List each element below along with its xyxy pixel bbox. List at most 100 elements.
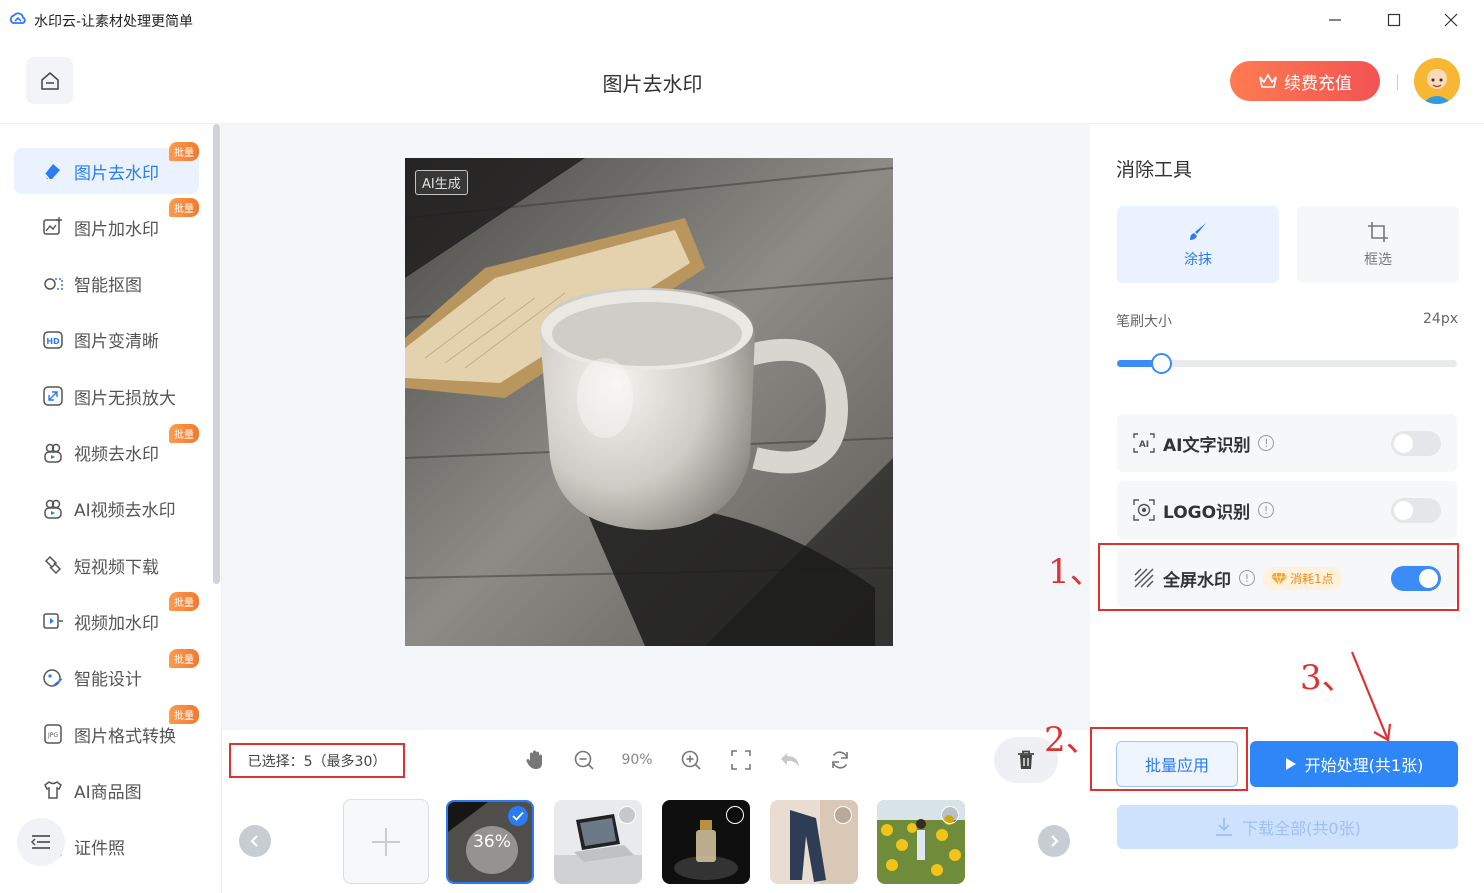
sidebar-item[interactable]: 图片去水印 批量 — [14, 142, 199, 194]
brush-size-label: 笔刷大小 — [1116, 314, 1172, 330]
brush-size-value: 24px — [1423, 311, 1458, 327]
sidebar-item-label: 图片加水印 — [74, 219, 159, 240]
sidebar-item[interactable]: 短视频下载 — [14, 542, 199, 588]
sidebar-item[interactable]: 智能设计 批量 — [14, 648, 199, 701]
add-image-button[interactable] — [343, 799, 429, 884]
slider-handle[interactable] — [1151, 353, 1172, 374]
avatar-image — [1414, 58, 1460, 104]
sidebar-item-label: 智能抠图 — [74, 276, 142, 297]
chevron-left-icon — [250, 835, 258, 847]
cutout-icon — [42, 273, 64, 295]
zoom-in-button[interactable] — [676, 745, 706, 775]
batch-badge: 批量 — [169, 198, 199, 218]
video-eraser-icon — [42, 442, 64, 464]
link-download-icon — [42, 554, 64, 576]
batch-badge: 批量 — [169, 423, 199, 443]
undo-icon — [781, 753, 799, 767]
image-add-icon — [42, 216, 64, 238]
ai-text-icon: AI — [1133, 433, 1155, 453]
thumbnail-sunflowers[interactable] — [877, 800, 965, 884]
zoom-level: 90% — [621, 752, 653, 768]
page-title: 图片去水印 — [602, 72, 703, 96]
fit-screen-button[interactable] — [726, 745, 756, 775]
editing-image[interactable] — [405, 158, 893, 646]
logo-detect-label: LOGO识别 — [1163, 502, 1251, 523]
thumbnail-jeans[interactable] — [770, 800, 858, 884]
thumbnail-prev-button[interactable] — [239, 825, 271, 857]
sidebar-item-label: 视频加水印 — [74, 613, 159, 634]
design-icon — [42, 667, 64, 689]
minimize-icon — [1329, 19, 1341, 21]
avatar[interactable] — [1414, 58, 1460, 104]
sidebar-item[interactable]: 视频去水印 批量 — [14, 423, 199, 476]
download-icon — [1216, 818, 1233, 836]
ai-text-detect-toggle[interactable] — [1391, 431, 1441, 456]
app-title: 水印云-让素材处理更简单 — [34, 14, 194, 30]
pan-button[interactable] — [520, 745, 550, 775]
annotation-box-fullscreen — [1098, 543, 1459, 611]
thumbnail-checkbox[interactable] — [618, 806, 636, 824]
header: 图片去水印 续费充值 — [0, 40, 1484, 124]
reset-button[interactable] — [825, 745, 855, 775]
download-all-button[interactable]: 下载全部(共0张) — [1117, 805, 1458, 849]
fullscreen-icon — [731, 750, 751, 770]
thumbnail-perfume[interactable] — [662, 800, 750, 884]
sidebar-item[interactable]: HD 图片变清晰 — [14, 317, 199, 363]
svg-text:AI: AI — [1139, 440, 1149, 450]
start-process-label: 开始处理(共1张) — [1304, 756, 1424, 775]
download-all-label: 下载全部(共0张) — [1242, 819, 1361, 838]
video-add-icon — [42, 610, 64, 632]
batch-badge: 批量 — [169, 648, 199, 668]
sidebar-item-label: 图片去水印 — [74, 163, 159, 184]
thumbnail-next-button[interactable] — [1038, 825, 1070, 857]
eraser-icon — [42, 160, 64, 182]
info-icon[interactable]: ! — [1258, 435, 1275, 451]
sidebar-item-label: AI商品图 — [74, 782, 142, 803]
smear-mode-button[interactable]: 涂抹 — [1117, 206, 1279, 283]
sidebar-item[interactable]: 图片无损放大 — [14, 373, 199, 419]
zoom-in-icon — [681, 750, 701, 770]
sidebar-item-label: 短视频下载 — [74, 557, 159, 578]
plus-icon — [372, 827, 400, 856]
thumbnail-laptop[interactable] — [554, 800, 642, 884]
box-select-mode-button[interactable]: 框选 — [1297, 206, 1459, 283]
logo-target-icon — [1133, 499, 1155, 521]
logo-detect-option: LOGO识别 ! — [1117, 481, 1457, 539]
minimize-button[interactable] — [1312, 6, 1358, 34]
crop-icon — [1368, 221, 1388, 242]
thumbnail-selected[interactable]: 36% — [446, 800, 534, 884]
sidebar-scrollbar[interactable] — [213, 124, 220, 584]
trash-icon — [1018, 750, 1034, 769]
sidebar-item[interactable]: AI视频去水印 — [14, 486, 199, 532]
title-bar: 水印云-让素材处理更简单 — [0, 0, 1484, 40]
coffee-cup-photo — [405, 158, 893, 646]
sidebar-item[interactable]: 图片加水印 批量 — [14, 198, 199, 250]
zoom-out-button[interactable] — [569, 745, 599, 775]
close-button[interactable] — [1428, 6, 1474, 34]
box-select-mode-label: 框选 — [1364, 251, 1392, 268]
logo-detect-toggle[interactable] — [1391, 498, 1441, 523]
play-icon — [1285, 758, 1296, 770]
sidebar-item-label: AI视频去水印 — [74, 501, 176, 522]
jpg-file-icon: JPG — [42, 723, 64, 745]
maximize-button[interactable] — [1371, 6, 1417, 34]
collapse-sidebar-button[interactable] — [17, 818, 65, 866]
brush-icon — [1190, 222, 1206, 240]
batch-badge: 批量 — [169, 592, 199, 612]
sidebar-item[interactable]: 视频加水印 批量 — [14, 592, 199, 644]
selected-count: 已选择：5（最多30） — [229, 743, 405, 778]
info-icon[interactable]: ! — [1258, 502, 1275, 518]
sidebar-item[interactable]: JPG 图片格式转换 批量 — [14, 705, 199, 757]
thumbnail-checkbox[interactable] — [834, 806, 852, 824]
svg-text:HD: HD — [46, 337, 60, 346]
sidebar-item[interactable]: 智能抠图 — [14, 261, 199, 307]
sidebar-item-label: 证件照 — [74, 839, 125, 860]
thumbnail-checkbox[interactable] — [726, 806, 744, 824]
undo-button[interactable] — [775, 745, 805, 775]
zoom-out-icon — [574, 750, 594, 770]
batch-apply-button[interactable]: 批量应用 — [1116, 741, 1238, 787]
sidebar-item[interactable]: AI商品图 — [14, 767, 199, 813]
thumbnail-checkbox[interactable] — [941, 806, 959, 824]
ai-video-eraser-icon — [42, 498, 64, 520]
renew-button[interactable]: 续费充值 — [1230, 61, 1380, 101]
